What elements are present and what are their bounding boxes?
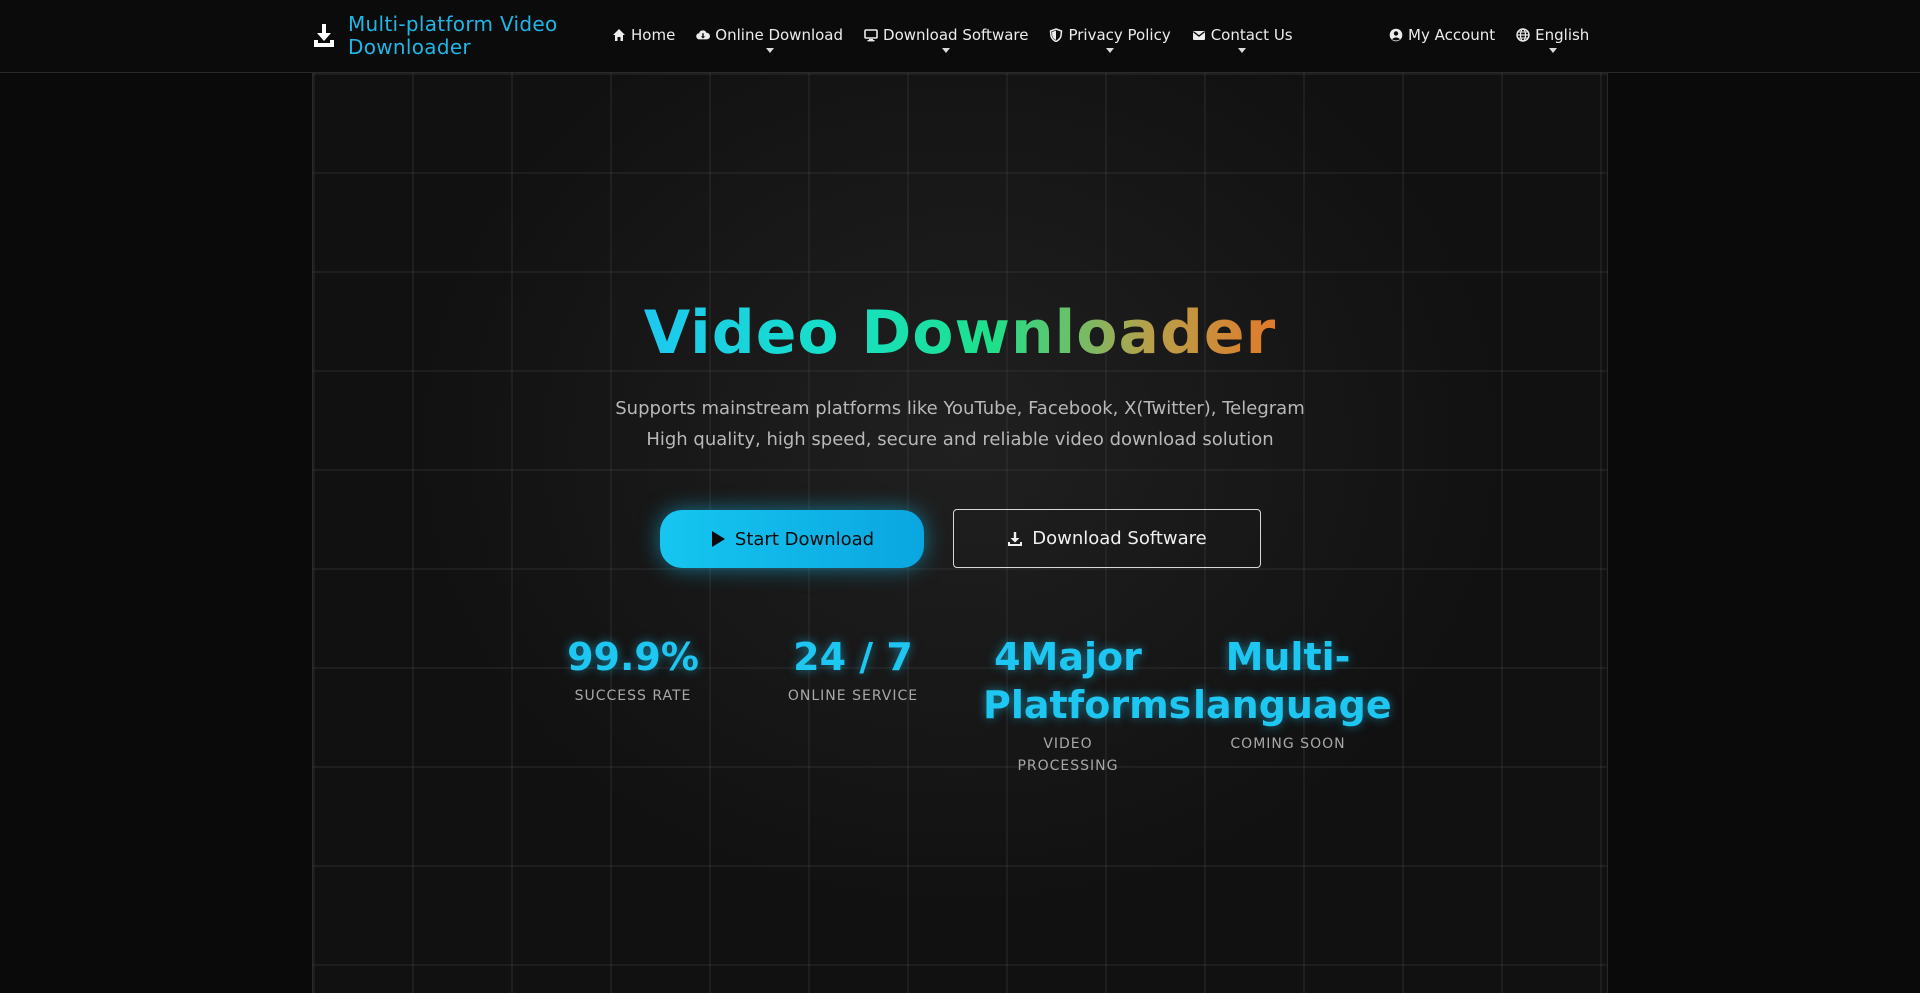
nav-online-download-label: Online Download: [715, 26, 844, 44]
nav-right: My Account English: [1389, 0, 1610, 72]
stat-online-service: 24 / 7 ONLINE SERVICE: [768, 633, 938, 707]
user-circle-icon: [1389, 28, 1403, 42]
play-icon: [710, 530, 726, 548]
main-nav: Home Online Download Download Software P…: [612, 0, 1314, 72]
my-account-label: My Account: [1408, 26, 1496, 44]
chevron-down-icon: [765, 48, 774, 53]
my-account-link[interactable]: My Account: [1389, 26, 1496, 44]
globe-icon: [1516, 28, 1530, 42]
stat-label: ONLINE SERVICE: [787, 688, 919, 704]
hero-section: Video Downloader Supports mainstream pla…: [312, 73, 1608, 993]
nav-download-software[interactable]: Download Software: [864, 26, 1029, 53]
language-selector[interactable]: English: [1516, 26, 1590, 53]
top-navbar: Multi-platform Video Downloader Home Onl…: [0, 0, 1920, 73]
download-software-button[interactable]: Download Software: [953, 509, 1261, 568]
hero-title-text: Video Downloader: [643, 298, 1277, 368]
stat-label: COMING SOON: [1230, 736, 1346, 752]
hero-subtitle: Supports mainstream platforms like YouTu…: [313, 393, 1607, 455]
download-tray-icon: [312, 21, 338, 51]
chevron-down-icon: [1106, 48, 1115, 53]
stat-value: Multi-language: [1193, 635, 1392, 727]
desktop-icon: [864, 28, 878, 42]
nav-privacy-policy[interactable]: Privacy Policy: [1049, 26, 1171, 53]
nav-privacy-policy-label: Privacy Policy: [1068, 26, 1171, 44]
chevron-down-icon: [942, 48, 951, 53]
stat-multi-language: Multi-language COMING SOON: [1193, 633, 1392, 755]
stat-label: SUCCESS RATE: [574, 688, 692, 704]
start-download-label: Start Download: [734, 528, 875, 550]
download-software-label: Download Software: [1032, 528, 1207, 549]
stat-success-rate: 99.9% SUCCESS RATE: [558, 633, 708, 707]
nav-download-software-label: Download Software: [883, 26, 1029, 44]
stat-value: 99.9%: [567, 635, 699, 679]
hero-title: Video Downloader: [313, 298, 1607, 368]
stat-label: VIDEO PROCESSING: [1017, 736, 1119, 774]
download-icon: [1007, 531, 1023, 547]
hero-subtitle-line-2: High quality, high speed, secure and rel…: [646, 429, 1274, 450]
envelope-icon: [1192, 28, 1206, 42]
brand-name: Multi-platform Video Downloader: [348, 12, 558, 59]
nav-contact-us-label: Contact Us: [1210, 26, 1293, 44]
chevron-down-icon: [1548, 48, 1557, 53]
nav-contact-us[interactable]: Contact Us: [1192, 26, 1293, 53]
brand-logo-link[interactable]: Multi-platform Video Downloader: [312, 12, 588, 60]
nav-online-download[interactable]: Online Download: [696, 26, 844, 53]
shield-icon: [1049, 28, 1063, 42]
start-download-button[interactable]: Start Download: [660, 510, 924, 568]
nav-home[interactable]: Home: [612, 26, 676, 44]
cloud-download-icon: [696, 28, 711, 42]
stat-value: 4Major Platforms: [983, 635, 1192, 727]
chevron-down-icon: [1238, 48, 1247, 53]
stat-value: 24 / 7: [793, 635, 913, 679]
stats-row: 99.9% SUCCESS RATE 24 / 7 ONLINE SERVICE…: [313, 633, 1607, 793]
stat-major-platforms: 4Major Platforms VIDEO PROCESSING: [983, 633, 1192, 777]
language-label: English: [1535, 26, 1590, 44]
hero-subtitle-line-1: Supports mainstream platforms like YouTu…: [615, 398, 1305, 419]
nav-home-label: Home: [631, 26, 676, 44]
home-icon: [612, 28, 626, 42]
